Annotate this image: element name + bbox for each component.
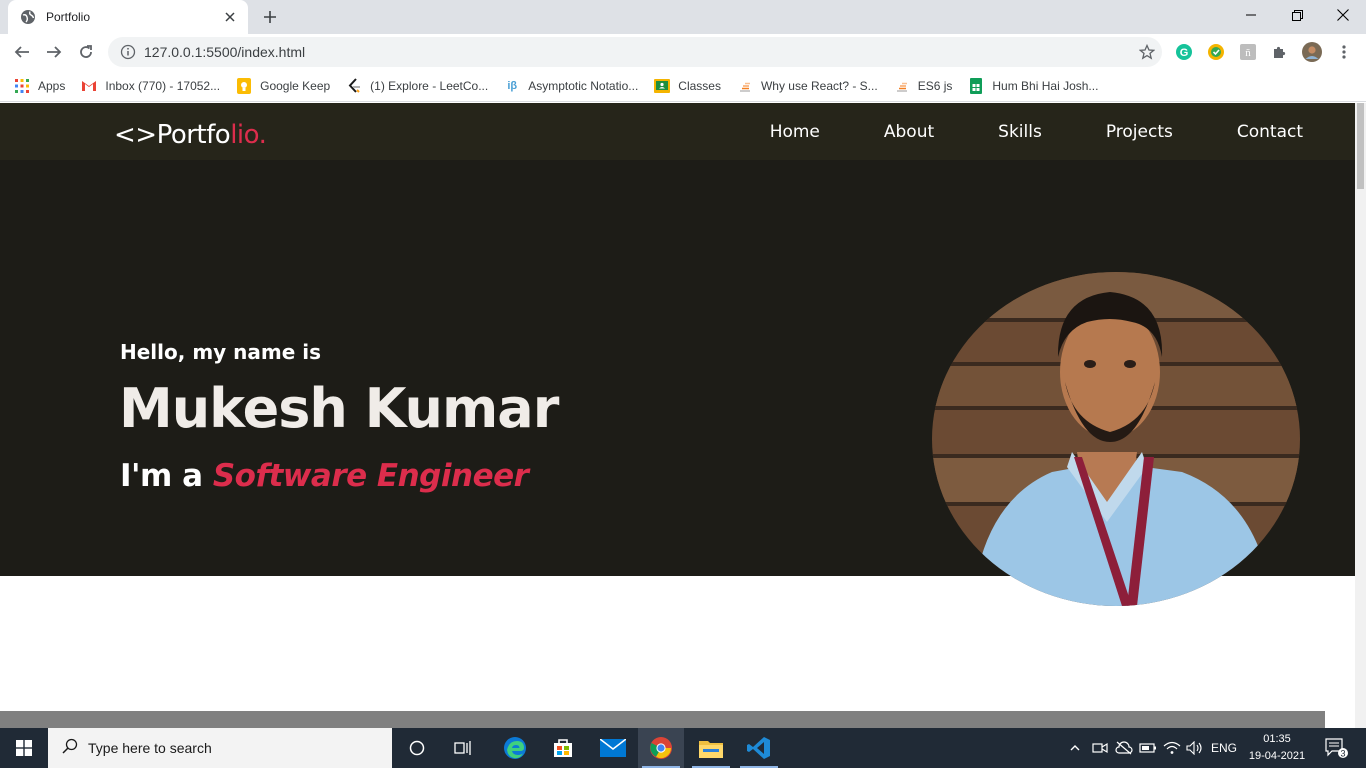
bookmark-label: Apps: [38, 78, 66, 93]
info-icon[interactable]: [120, 44, 136, 60]
tab-title: Portfolio: [46, 10, 91, 24]
search-placeholder: Type here to search: [88, 740, 212, 756]
bookmark-google-keep[interactable]: Google Keep: [236, 77, 331, 94]
nav-contact-link[interactable]: Contact: [1237, 122, 1303, 142]
notification-count: 3: [1340, 748, 1345, 758]
google-keep-icon: [236, 77, 252, 94]
leetcode-icon: [346, 77, 362, 94]
extension-n-icon[interactable]: ñ: [1238, 42, 1258, 62]
site-logo[interactable]: <>Portfolio.: [114, 120, 267, 150]
page-footer-bar: [0, 711, 1325, 728]
wifi-icon[interactable]: [1162, 728, 1182, 768]
stackoverflow-icon: [737, 78, 753, 94]
bookmark-label: Classes: [678, 78, 721, 93]
hero-greeting: Hello, my name is: [120, 340, 322, 364]
stackoverflow-icon: [894, 78, 910, 94]
back-arrow-icon[interactable]: [8, 38, 36, 66]
nav-links: Home About Skills Projects Contact: [706, 122, 1303, 142]
bookmark-label: Inbox (770) - 17052...: [105, 78, 221, 93]
bookmark-hum-bhi-hai-josh[interactable]: Hum Bhi Hai Josh...: [968, 77, 1099, 94]
page-scrollbar[interactable]: [1355, 103, 1366, 728]
vscode-icon[interactable]: [736, 728, 782, 768]
extensions-puzzle-icon[interactable]: [1270, 42, 1290, 62]
globe-icon: [20, 9, 36, 25]
bookmark-label: (1) Explore - LeetCo...: [370, 78, 489, 93]
microsoft-store-icon[interactable]: [540, 728, 586, 768]
svg-text:ñ: ñ: [1245, 47, 1251, 59]
nav-about-link[interactable]: About: [884, 122, 934, 142]
bookmark-why-react[interactable]: Why use React? - S...: [737, 78, 878, 94]
chrome-taskbar-icon[interactable]: [638, 728, 684, 768]
svg-text:G: G: [1180, 47, 1189, 59]
hero-role-prefix: I'm a: [120, 458, 213, 494]
nav-skills-link[interactable]: Skills: [998, 122, 1042, 142]
browser-tab-strip: Portfolio: [0, 0, 1366, 34]
scrollbar-thumb[interactable]: [1357, 103, 1364, 189]
bookmark-label: ES6 js: [917, 78, 953, 93]
windows-taskbar: Type here to search ENG 01:35 19-04-2021…: [0, 728, 1366, 768]
minimize-icon[interactable]: [1228, 0, 1274, 30]
site-navbar: <>Portfolio. Home About Skills Projects …: [0, 103, 1355, 160]
bookmark-label: Asymptotic Notatio...: [528, 78, 639, 93]
ib-icon: iβ: [507, 79, 518, 92]
battery-icon[interactable]: [1138, 728, 1158, 768]
cortana-icon[interactable]: [394, 728, 440, 768]
edge-browser-icon[interactable]: [492, 728, 538, 768]
taskbar-search-box[interactable]: Type here to search: [48, 728, 392, 768]
hero-role-title: Software Engineer: [212, 458, 529, 494]
volume-icon[interactable]: [1184, 728, 1206, 768]
bookmark-star-icon[interactable]: [1132, 37, 1162, 67]
gmail-icon: [81, 78, 97, 94]
notification-center-icon[interactable]: 3: [1320, 728, 1352, 768]
language-indicator[interactable]: ENG: [1208, 728, 1240, 768]
logo-accent-text: lio.: [230, 120, 267, 150]
taskbar-clock[interactable]: 01:35 19-04-2021: [1244, 731, 1310, 765]
close-tab-icon[interactable]: [222, 9, 238, 25]
windows-start-icon[interactable]: [0, 728, 48, 768]
hero-name: Mukesh Kumar: [119, 377, 559, 440]
new-tab-button[interactable]: [258, 6, 282, 28]
forward-arrow-icon[interactable]: [40, 38, 68, 66]
browser-tab[interactable]: Portfolio: [8, 0, 248, 34]
grammarly-icon[interactable]: G: [1174, 42, 1194, 62]
address-bar[interactable]: 127.0.0.1:5500/index.html: [108, 37, 1162, 67]
mail-icon[interactable]: [590, 728, 636, 768]
reload-icon[interactable]: [72, 38, 100, 66]
chrome-menu-icon[interactable]: [1334, 42, 1354, 62]
profile-photo: [932, 272, 1300, 606]
google-sheets-icon: [968, 77, 984, 94]
bookmark-label: Hum Bhi Hai Josh...: [992, 78, 1099, 93]
hero-role: I'm a Software Engineer: [120, 458, 529, 494]
page-viewport: <>Portfolio. Home About Skills Projects …: [0, 103, 1355, 728]
cloud-offline-icon[interactable]: [1114, 728, 1134, 768]
bookmark-es6[interactable]: ES6 js: [894, 78, 953, 94]
bookmark-asymptotic[interactable]: iβ Asymptotic Notatio...: [504, 78, 638, 94]
bookmark-label: Google Keep: [260, 78, 331, 93]
google-classroom-icon: [654, 78, 671, 94]
bookmark-classes[interactable]: Classes: [654, 78, 721, 94]
nav-projects-link[interactable]: Projects: [1106, 122, 1173, 142]
task-view-icon[interactable]: [440, 728, 486, 768]
bookmarks-bar: Apps Inbox (770) - 17052... Google Keep …: [0, 70, 1366, 102]
bookmark-label: Why use React? - S...: [760, 78, 878, 93]
extension-check-icon[interactable]: [1206, 42, 1226, 62]
close-window-icon[interactable]: [1320, 0, 1366, 30]
clock-date: 19-04-2021: [1248, 750, 1306, 762]
chevron-up-icon[interactable]: [1066, 728, 1084, 768]
url-text[interactable]: 127.0.0.1:5500/index.html: [144, 44, 1132, 60]
search-icon: [62, 738, 78, 759]
logo-text: <>Portfo: [114, 120, 231, 150]
nav-home-link[interactable]: Home: [770, 122, 820, 142]
bookmark-apps[interactable]: Apps: [14, 78, 65, 94]
profile-avatar[interactable]: [1302, 42, 1322, 62]
bookmark-leetcode[interactable]: (1) Explore - LeetCo...: [346, 77, 489, 94]
file-explorer-icon[interactable]: [688, 728, 734, 768]
browser-toolbar: 127.0.0.1:5500/index.html G ñ: [0, 34, 1366, 70]
restore-icon[interactable]: [1274, 0, 1320, 30]
apps-grid-icon: [14, 78, 30, 94]
meet-now-icon[interactable]: [1090, 728, 1110, 768]
clock-time: 01:35: [1263, 733, 1291, 745]
bookmark-gmail[interactable]: Inbox (770) - 17052...: [81, 78, 220, 94]
